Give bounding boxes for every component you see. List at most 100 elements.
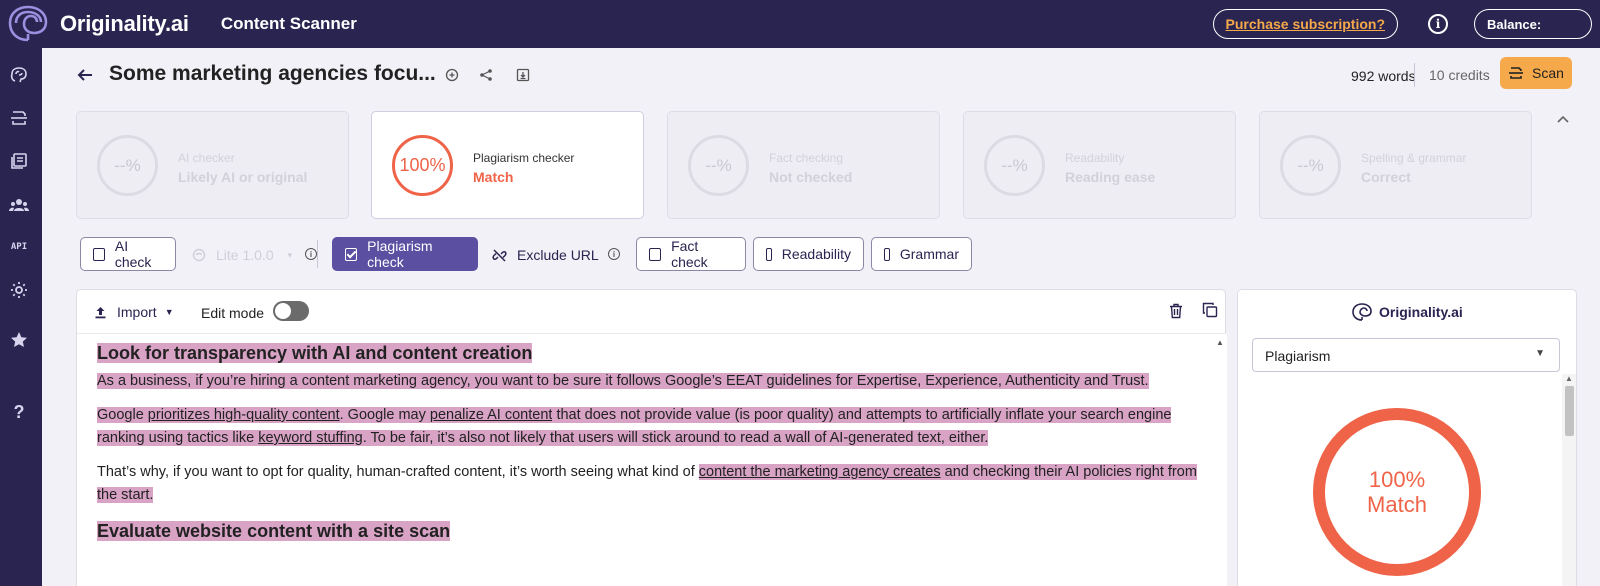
share-icon[interactable] <box>479 68 493 82</box>
back-arrow-icon[interactable] <box>76 66 94 84</box>
exclude-url-label: Exclude URL <box>517 247 599 263</box>
fact-check-label: Fact check <box>671 238 708 270</box>
brain-logo-icon <box>8 5 48 42</box>
word-count: 992 words <box>1351 68 1416 84</box>
model-select[interactable]: Lite 1.0.0 ▾ <box>192 247 292 263</box>
model-label: Lite 1.0.0 <box>216 247 274 263</box>
scrollbar-thumb[interactable] <box>1565 386 1574 436</box>
api-icon[interactable]: API <box>8 236 30 258</box>
match-score: 100% <box>1368 467 1426 492</box>
scan-label: Scan <box>1532 65 1564 81</box>
card-result: Not checked <box>769 169 853 185</box>
result-mode-select[interactable]: Plagiarism ▼ <box>1252 338 1560 372</box>
text-link[interactable]: keyword stuffing <box>258 430 363 446</box>
result-mode-value: Plagiarism <box>1265 348 1331 364</box>
panel-brand: Originality.ai <box>1351 302 1463 322</box>
scan-document-icon[interactable] <box>8 107 30 129</box>
ai-check-toggle[interactable]: AI check <box>80 237 176 271</box>
readability-card[interactable]: --% Readability Reading ease <box>963 111 1236 219</box>
ai-checker-card[interactable]: --% AI checker Likely AI or original <box>76 111 349 219</box>
balance-button[interactable]: Balance: <box>1474 9 1592 39</box>
results-panel: Originality.ai Plagiarism ▼ 100% Match ▲ <box>1237 289 1577 586</box>
document-title[interactable]: Some marketing agencies focu... <box>109 62 436 86</box>
card-result: Correct <box>1361 169 1411 185</box>
score-circle: --% <box>97 135 158 196</box>
scroll-up-arrow-icon[interactable]: ▲ <box>1565 374 1573 383</box>
checkbox-checked <box>345 247 358 261</box>
chevron-down-icon: ▼ <box>1535 348 1545 359</box>
score-circle: 100% <box>392 135 453 196</box>
card-result: Likely AI or original <box>178 169 308 185</box>
scroll-up-arrow-icon[interactable]: ▲ <box>1216 338 1224 347</box>
text-link[interactable]: penalize AI content <box>429 407 553 423</box>
brand-logo[interactable]: Originality.ai <box>6 4 189 44</box>
card-label: AI checker <box>178 151 235 165</box>
chevron-down-icon: ▾ <box>287 249 293 260</box>
text-link[interactable]: prioritizes high-quality content <box>147 407 340 423</box>
match-score-circle: 100% Match <box>1313 408 1481 576</box>
grammar-toggle[interactable]: Grammar <box>871 237 972 271</box>
download-icon[interactable] <box>516 68 530 82</box>
score-circle: --% <box>984 135 1045 196</box>
heading-highlight: Look for transparency with AI and conten… <box>97 343 533 363</box>
brain-icon <box>192 248 206 262</box>
help-icon[interactable]: ? <box>8 401 30 423</box>
library-icon[interactable] <box>8 150 30 172</box>
text-highlight: Google <box>97 407 148 423</box>
trash-icon[interactable] <box>1169 303 1183 319</box>
import-button[interactable]: Import ▼ <box>94 304 174 320</box>
top-bar: Originality.ai Content Scanner Purchase … <box>0 0 1600 48</box>
team-icon[interactable] <box>8 194 30 216</box>
chevron-down-icon: ▼ <box>164 307 174 317</box>
plagiarism-checker-card[interactable]: 100% Plagiarism checker Match <box>371 111 644 219</box>
star-icon[interactable] <box>8 329 30 351</box>
settings-icon[interactable] <box>8 279 30 301</box>
scan-icon <box>1509 67 1524 79</box>
copy-icon[interactable] <box>1202 302 1218 318</box>
editor-panel: Import ▼ Edit mode Look for transparency… <box>76 289 1227 586</box>
editor-scrollbar[interactable]: ▲ <box>1213 334 1227 586</box>
panel-scrollbar[interactable]: ▲ <box>1562 374 1576 586</box>
brain-logo-icon <box>1352 303 1372 321</box>
card-label: Spelling & grammar <box>1361 151 1467 165</box>
text-link[interactable]: content the marketing agency creates <box>698 464 941 480</box>
add-circle-icon[interactable] <box>445 68 459 82</box>
readability-toggle[interactable]: Readability <box>753 237 864 271</box>
brand-name: Originality.ai <box>60 11 189 36</box>
edit-mode-label: Edit mode <box>201 305 265 321</box>
fact-checking-card[interactable]: --% Fact checking Not checked <box>667 111 940 219</box>
text-highlight: . To be fair, it’s also not likely that … <box>362 430 989 446</box>
checkbox <box>649 247 662 261</box>
switch-knob <box>275 303 291 319</box>
brain-icon[interactable] <box>8 64 30 86</box>
scan-button[interactable]: Scan <box>1500 57 1572 89</box>
card-label: Readability <box>1065 151 1125 165</box>
checkbox <box>93 247 105 261</box>
upload-icon <box>95 306 106 318</box>
checkbox <box>884 247 890 261</box>
text-highlight: . Google may <box>339 407 430 423</box>
info-icon[interactable]: i <box>305 248 317 260</box>
score-circle: --% <box>688 135 749 196</box>
info-icon[interactable]: i <box>608 248 620 260</box>
card-label: Plagiarism checker <box>473 151 575 165</box>
document-content[interactable]: Look for transparency with AI and conten… <box>97 340 1203 548</box>
exclude-url-button[interactable]: Exclude URL <box>492 247 599 263</box>
info-icon[interactable]: i <box>1428 14 1448 34</box>
purchase-subscription-button[interactable]: Purchase subscription? <box>1212 9 1398 39</box>
checkbox <box>766 247 772 261</box>
card-result: Reading ease <box>1065 169 1156 185</box>
import-label: Import <box>117 304 157 320</box>
editor-toolbar: Import ▼ Edit mode <box>77 290 1225 334</box>
panel-brand-name: Originality.ai <box>1379 304 1463 320</box>
app-title: Content Scanner <box>220 14 357 33</box>
plagiarism-check-toggle[interactable]: Plagiarism check <box>332 237 478 271</box>
ai-check-label: AI check <box>114 238 152 270</box>
divider <box>317 240 318 268</box>
collapse-chevron-up-icon[interactable] <box>1556 113 1570 125</box>
heading-highlight: Evaluate website content with a site sca… <box>97 521 451 541</box>
spelling-grammar-card[interactable]: --% Spelling & grammar Correct <box>1259 111 1532 219</box>
edit-mode-switch[interactable] <box>273 301 309 321</box>
readability-label: Readability <box>781 246 851 262</box>
fact-check-toggle[interactable]: Fact check <box>636 237 746 271</box>
